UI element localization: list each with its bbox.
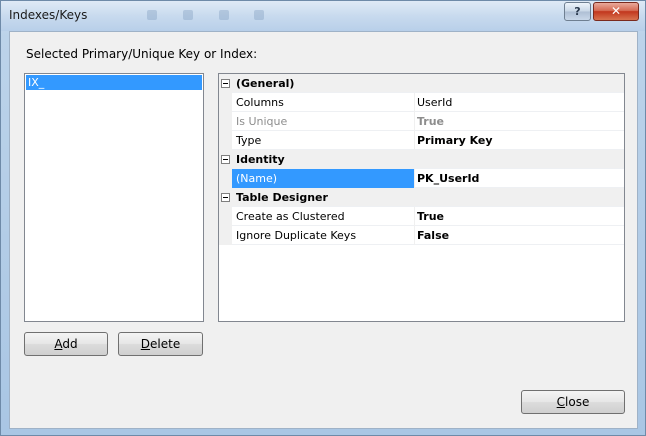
row-margin xyxy=(219,73,232,93)
title-bar[interactable]: Indexes/Keys ? ✕ xyxy=(1,1,645,31)
collapse-icon[interactable] xyxy=(221,78,230,88)
property-name[interactable]: Type xyxy=(232,130,415,150)
category-row[interactable]: Table Designer xyxy=(219,187,624,207)
property-value[interactable]: PK_UserId xyxy=(415,169,624,188)
property-row[interactable]: Ignore Duplicate Keys False xyxy=(219,225,624,245)
category-label: Table Designer xyxy=(236,190,328,204)
category-label: Identity xyxy=(236,152,285,166)
property-name[interactable]: Ignore Duplicate Keys xyxy=(232,225,415,245)
property-value[interactable]: True xyxy=(415,112,624,131)
index-list[interactable]: IX_ xyxy=(24,73,204,322)
property-row[interactable]: Type Primary Key xyxy=(219,130,624,150)
row-margin xyxy=(219,187,232,207)
list-item[interactable]: IX_ xyxy=(26,75,202,90)
property-row[interactable]: Create as Clustered True xyxy=(219,206,624,226)
property-value[interactable]: True xyxy=(415,207,624,226)
collapse-icon[interactable] xyxy=(221,192,230,202)
close-icon: ✕ xyxy=(610,4,622,18)
row-margin xyxy=(219,225,232,245)
dialog-client-area: Selected Primary/Unique Key or Index: IX… xyxy=(9,31,638,429)
property-row[interactable]: Is Unique True xyxy=(219,111,624,131)
close-button[interactable]: Close xyxy=(521,390,625,414)
category-row[interactable]: Identity xyxy=(219,149,624,169)
property-value[interactable]: False xyxy=(415,226,624,245)
ghost-icon xyxy=(182,10,193,20)
property-row[interactable]: (Name) PK_UserId xyxy=(219,168,624,188)
list-caption: Selected Primary/Unique Key or Index: xyxy=(26,47,258,61)
delete-button-mnemonic: D xyxy=(140,337,151,351)
window-title: Indexes/Keys xyxy=(9,8,88,22)
category-row[interactable]: (General) xyxy=(219,73,624,93)
background-toolbar-ghost xyxy=(147,9,287,23)
row-margin xyxy=(219,111,232,131)
help-button[interactable]: ? xyxy=(564,2,591,21)
property-name[interactable]: Columns xyxy=(232,92,415,112)
ghost-icon xyxy=(254,10,265,20)
list-item-label: IX_ xyxy=(28,76,45,89)
add-button[interactable]: Add xyxy=(24,332,108,356)
category-label: (General) xyxy=(236,76,295,90)
property-value[interactable]: UserId xyxy=(415,93,624,112)
window-close-button[interactable]: ✕ xyxy=(593,2,639,21)
property-name[interactable]: (Name) xyxy=(232,168,415,188)
property-name[interactable]: Is Unique xyxy=(232,111,415,131)
close-button-mnemonic: C xyxy=(556,395,566,409)
property-row[interactable]: Columns UserId xyxy=(219,92,624,112)
row-margin xyxy=(219,149,232,169)
add-button-label: dd xyxy=(62,337,78,351)
ghost-icon xyxy=(147,10,157,20)
row-margin xyxy=(219,130,232,150)
delete-button-label: elete xyxy=(150,337,181,351)
delete-button[interactable]: Delete xyxy=(118,332,203,356)
property-grid-rows: (General) Columns UserId Is Unique True Type P… xyxy=(219,73,624,245)
row-margin xyxy=(219,206,232,226)
property-grid[interactable]: (General) Columns UserId Is Unique True Type P… xyxy=(218,73,625,322)
property-value[interactable]: Primary Key xyxy=(415,131,624,150)
close-button-label: lose xyxy=(565,395,590,409)
property-name[interactable]: Create as Clustered xyxy=(232,206,415,226)
help-icon: ? xyxy=(574,5,581,18)
row-margin xyxy=(219,168,232,188)
collapse-icon[interactable] xyxy=(221,154,230,164)
dialog-window: Indexes/Keys ? ✕ Selected Primary/Unique… xyxy=(0,0,646,436)
ghost-icon xyxy=(218,10,229,20)
row-margin xyxy=(219,92,232,112)
